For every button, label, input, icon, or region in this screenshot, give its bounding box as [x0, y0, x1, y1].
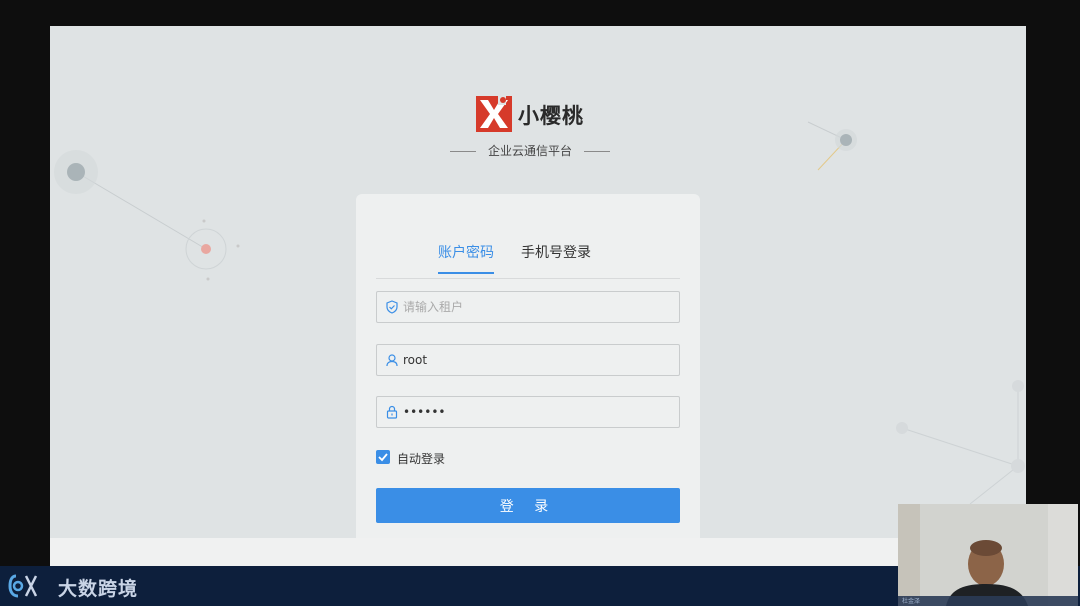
- webcam-overlay: 杜金泽: [898, 504, 1078, 606]
- tab-phone-login[interactable]: 手机号登录: [521, 242, 591, 272]
- divider-line: [584, 151, 610, 152]
- username-input[interactable]: [403, 345, 663, 375]
- login-tabs: 账户密码 手机号登录: [376, 242, 680, 279]
- username-field[interactable]: [376, 344, 680, 376]
- page-footer-strip: [50, 538, 1026, 566]
- banner-text: 大数跨境: [58, 578, 139, 600]
- tenant-input[interactable]: [403, 292, 663, 322]
- lock-icon: [386, 405, 398, 419]
- shield-icon: [386, 300, 398, 314]
- brand-logo: 小樱桃: [476, 96, 606, 134]
- screen-frame-left: [0, 0, 50, 606]
- cherry-logo-icon: [476, 96, 512, 132]
- login-page: 小樱桃 企业云通信平台 账户密码 手机号登录 请输入租户 root ••••••…: [50, 26, 1026, 566]
- brand-name: 小樱桃: [518, 104, 584, 128]
- login-card: 账户密码 手机号登录 请输入租户 root •••••• 自动登录 登 录: [356, 194, 700, 566]
- presenter-name: 杜金泽: [902, 598, 921, 605]
- tenant-field[interactable]: [376, 291, 680, 323]
- banner-logo-icon: [8, 574, 38, 598]
- password-input[interactable]: [403, 397, 663, 427]
- screen-frame-top: [0, 0, 1080, 26]
- check-icon: [378, 453, 388, 462]
- auto-login-checkbox[interactable]: [376, 450, 390, 464]
- auto-login-label: 自动登录: [397, 452, 446, 466]
- brand-subtitle: 企业云通信平台: [487, 144, 572, 158]
- tab-account-password[interactable]: 账户密码: [438, 242, 494, 274]
- user-icon: [386, 354, 398, 367]
- login-button[interactable]: 登 录: [376, 488, 680, 523]
- divider-line: [450, 151, 476, 152]
- brand-subtitle-row: 企业云通信平台: [450, 142, 610, 160]
- presenter-video: [898, 504, 1078, 606]
- password-field[interactable]: [376, 396, 680, 428]
